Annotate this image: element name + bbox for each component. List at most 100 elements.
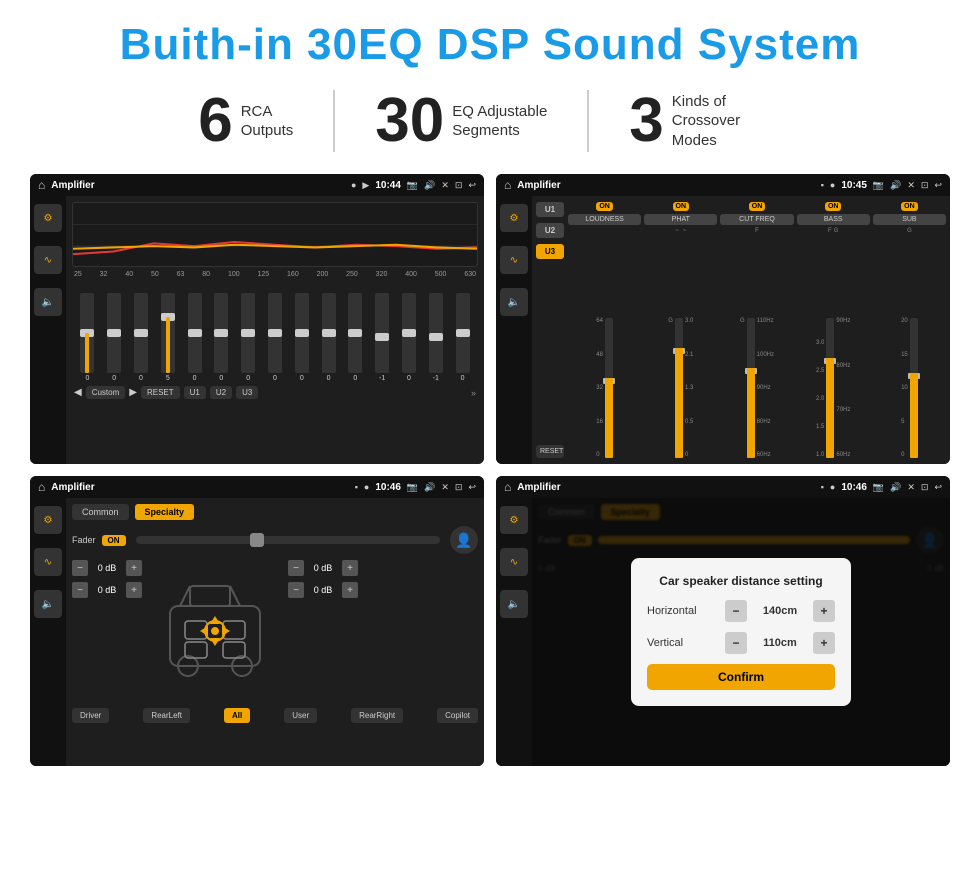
vertical-minus-btn[interactable]: − [725,632,747,654]
fader-db-val-4: 0 dB [308,585,338,595]
screen2-crossover: ⌂ Amplifier ▪ ● 10:45 📷 🔊 ✕ ⊡ ↩ ⚙ ∿ 🔈 [496,174,950,464]
screen4-dialog: ⌂ Amplifier ▪ ● 10:46 📷 🔊 ✕ ⊡ ↩ ⚙ ∿ 🔈 [496,476,950,766]
driver-btn[interactable]: Driver [72,708,109,723]
eq-slider-13[interactable]: 0 [402,293,416,382]
fader-plus-3[interactable]: + [342,560,358,576]
u3-preset[interactable]: U3 [536,244,564,259]
cutfreq-slider[interactable] [747,318,755,458]
dialog-eq-btn[interactable]: ⚙ [500,506,528,534]
dialog-spk-btn[interactable]: 🔈 [500,590,528,618]
crossover-screen: ⚙ ∿ 🔈 U1 U2 U3 RESET [496,196,950,464]
crossover-wave-btn[interactable]: ∿ [500,246,528,274]
fader-plus-2[interactable]: + [126,582,142,598]
sub-slider[interactable] [910,318,918,458]
dialog-title: Car speaker distance setting [647,574,835,588]
eq-slider-4[interactable]: 5 [161,293,175,382]
u2-preset[interactable]: U2 [536,223,564,238]
fader-minus-2[interactable]: − [72,582,88,598]
back-icon-4: ↩ [934,482,942,493]
phat-slider[interactable] [675,318,683,458]
crossover-channels: ON LOUDNESS 644832160 [568,202,946,458]
horizontal-minus-btn[interactable]: − [725,600,747,622]
eq-slider-5[interactable]: 0 [188,293,202,382]
u3-btn[interactable]: U3 [236,386,258,399]
eq-slider-9[interactable]: 0 [295,293,309,382]
fader-spk-btn[interactable]: 🔈 [34,590,62,618]
home-icon: ⌂ [38,178,45,192]
u1-btn[interactable]: U1 [184,386,206,399]
dot-icon-3: ● [364,482,369,492]
bass-slider[interactable] [826,318,834,458]
eq-slider-12[interactable]: -1 [375,293,389,382]
fader-eq-btn[interactable]: ⚙ [34,506,62,534]
volume-icon: 🔊 [424,180,435,191]
custom-preset[interactable]: Custom [86,386,126,399]
eq-slider-8[interactable]: 0 [268,293,282,382]
eq-slider-2[interactable]: 0 [107,293,121,382]
eq-screen: ⚙ ∿ 🔈 [30,196,484,464]
fader-person: 👤 [450,526,478,554]
fader-minus-1[interactable]: − [72,560,88,576]
fader-on-badge[interactable]: ON [102,535,126,546]
back-icon: ↩ [468,180,476,191]
stat-crossover-number: 3 [629,90,663,152]
user-btn[interactable]: User [284,708,317,723]
eq-bottom-bar: ◀ Custom ▶ RESET U1 U2 U3 » [72,382,478,401]
speaker-btn[interactable]: 🔈 [34,288,62,316]
vertical-plus-btn[interactable]: + [813,632,835,654]
crossover-eq-btn[interactable]: ⚙ [500,204,528,232]
u2-btn[interactable]: U2 [210,386,232,399]
stat-crossover-label: Kinds of Crossover Modes [672,92,782,151]
fader-header: Fader ON 👤 [72,526,478,554]
fader-db-row-4: − 0 dB + [288,582,358,598]
stat-eq-number: 30 [375,90,444,152]
fader-minus-4[interactable]: − [288,582,304,598]
eq-slider-7[interactable]: 0 [241,293,255,382]
eq-slider-15[interactable]: 0 [456,293,470,382]
eq-slider-6[interactable]: 0 [214,293,228,382]
eq-slider-1[interactable]: 0 [80,293,94,382]
waveform-btn[interactable]: ∿ [34,246,62,274]
next-arrow[interactable]: ▶ [129,387,137,398]
prev-arrow[interactable]: ◀ [74,387,82,398]
fader-plus-4[interactable]: + [342,582,358,598]
camera-icon-4: 📷 [873,482,884,493]
eq-slider-14[interactable]: -1 [429,293,443,382]
fader-plus-1[interactable]: + [126,560,142,576]
screen4-status-bar: ⌂ Amplifier ▪ ● 10:46 📷 🔊 ✕ ⊡ ↩ [496,476,950,498]
crossover-spk-btn[interactable]: 🔈 [500,288,528,316]
fader-tab-common[interactable]: Common [72,504,129,520]
main-title: Buith-in 30EQ DSP Sound System [30,20,950,70]
fader-tab-specialty[interactable]: Specialty [135,504,195,520]
fader-slider-thumb [250,533,264,547]
eq-slider-11[interactable]: 0 [348,293,362,382]
eq-slider-3[interactable]: 0 [134,293,148,382]
eq-slider-10[interactable]: 0 [322,293,336,382]
all-btn[interactable]: All [224,708,250,723]
eq-btn[interactable]: ⚙ [34,204,62,232]
loudness-slider[interactable] [605,318,613,458]
rearright-btn[interactable]: RearRight [351,708,403,723]
fader-main: Common Specialty Fader ON 👤 [66,498,484,766]
fader-screen: ⚙ ∿ 🔈 Common Specialty Fader ON [30,498,484,766]
camera-icon: 📷 [407,180,418,191]
dot-icon-4: ● [830,482,835,492]
record-dot: ● [351,180,356,190]
u1-preset[interactable]: U1 [536,202,564,217]
fader-minus-3[interactable]: − [288,560,304,576]
screen3-fader: ⌂ Amplifier ▪ ● 10:46 📷 🔊 ✕ ⊡ ↩ ⚙ ∿ 🔈 [30,476,484,766]
reset-btn[interactable]: RESET [141,386,180,399]
page-container: Buith-in 30EQ DSP Sound System 6 RCA Out… [0,0,980,786]
stat-crossover: 3 Kinds of Crossover Modes [589,90,821,152]
rearleft-btn[interactable]: RearLeft [143,708,190,723]
reset-crossover-btn[interactable]: RESET [536,445,564,458]
dialog-wave-btn[interactable]: ∿ [500,548,528,576]
horizontal-plus-btn[interactable]: + [813,600,835,622]
fader-wave-btn[interactable]: ∿ [34,548,62,576]
eq-freq-labels: 25 32 40 50 63 80 100 125 160 200 250 32… [72,271,478,278]
copilot-btn[interactable]: Copilot [437,708,478,723]
confirm-button[interactable]: Confirm [647,664,835,690]
screen4-title: Amplifier [517,482,814,493]
fader-slider-track[interactable] [136,536,440,544]
play-icon: ▶ [362,180,369,191]
